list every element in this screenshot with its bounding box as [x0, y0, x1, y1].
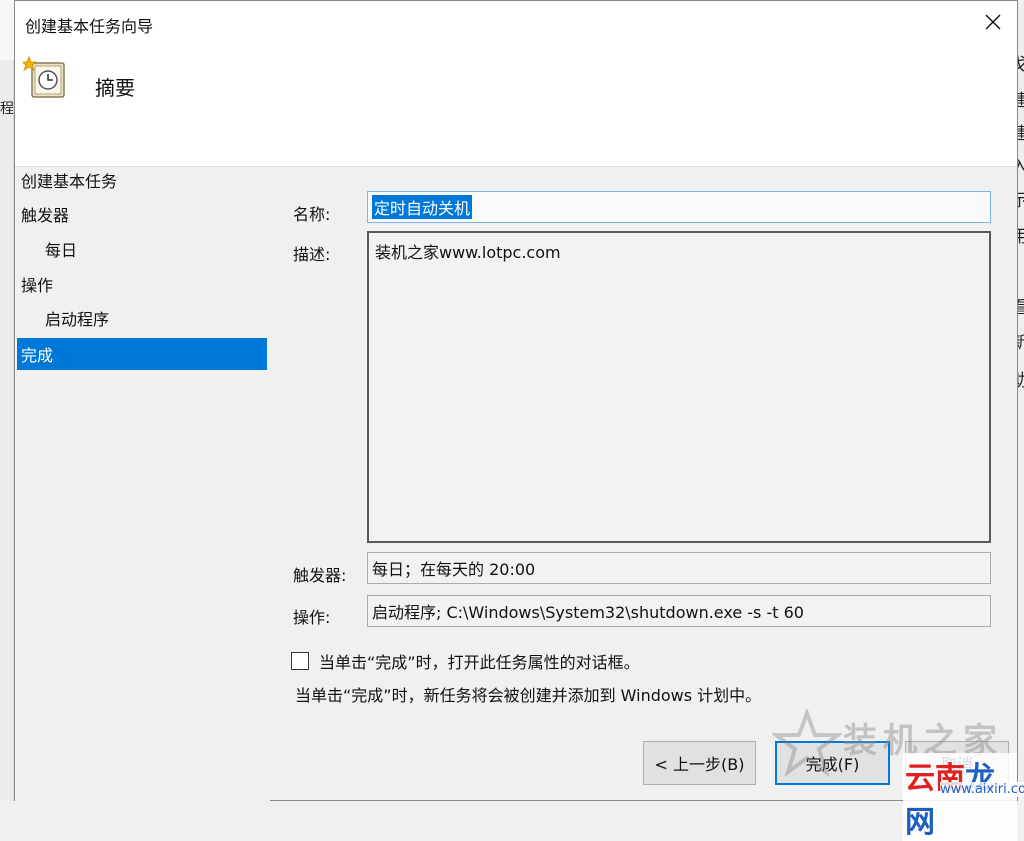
window-title: 创建基本任务向导 — [25, 17, 154, 36]
name-label: 名称: — [293, 205, 331, 224]
watermark-logo-icon — [772, 709, 842, 778]
step-finish[interactable]: 完成 — [17, 338, 267, 370]
description-field[interactable]: 装机之家www.lotpc.com — [367, 231, 991, 543]
action-label: 操作: — [293, 608, 331, 627]
step-action[interactable]: 操作 — [17, 268, 267, 300]
step-start-program[interactable]: 启动程序 — [17, 302, 267, 334]
description-label: 描述: — [293, 245, 331, 264]
wizard-steps-sidebar: 创建基本任务 触发器 每日 操作 启动程序 完成 — [15, 167, 270, 801]
task-clock-icon — [23, 55, 65, 98]
open-properties-checkbox[interactable] — [291, 652, 309, 670]
step-trigger[interactable]: 触发器 — [17, 198, 267, 230]
open-properties-checkbox-label: 当单击“完成”时，打开此任务属性的对话框。 — [319, 653, 640, 672]
wizard-header: 摘要 — [15, 45, 1017, 167]
action-field: 启动程序; C:\Windows\System32\shutdown.exe -… — [367, 595, 991, 627]
header-title: 摘要 — [95, 76, 135, 100]
title-bar: 创建基本任务向导 — [15, 1, 1017, 45]
close-button[interactable] — [973, 5, 1013, 39]
trigger-field: 每日；在每天的 20:00 — [367, 552, 991, 584]
create-basic-task-wizard: 创建基本任务向导 摘要 创建基本任务 触发器 每日 操作 启动程序 完成 名称:… — [14, 0, 1024, 841]
watermark-brand: 云南龙网 — [903, 753, 1017, 841]
step-daily[interactable]: 每日 — [17, 233, 267, 265]
background-left-strip — [0, 60, 14, 801]
watermark-url: www.aixiri.com — [940, 782, 1024, 797]
close-icon — [985, 14, 1001, 30]
step-create-basic-task[interactable]: 创建基本任务 — [17, 164, 267, 196]
name-field[interactable]: 定时自动关机 — [367, 191, 991, 223]
back-button[interactable]: < 上一步(B) — [643, 741, 756, 785]
name-value: 定时自动关机 — [372, 195, 473, 219]
finish-info-text: 当单击“完成”时，新任务将会被创建并添加到 Windows 计划中。 — [295, 686, 762, 705]
background-left-glyph: 程 — [0, 101, 14, 117]
open-properties-checkbox-row[interactable]: 当单击“完成”时，打开此任务属性的对话框。 — [291, 649, 640, 673]
trigger-label: 触发器: — [293, 566, 347, 585]
